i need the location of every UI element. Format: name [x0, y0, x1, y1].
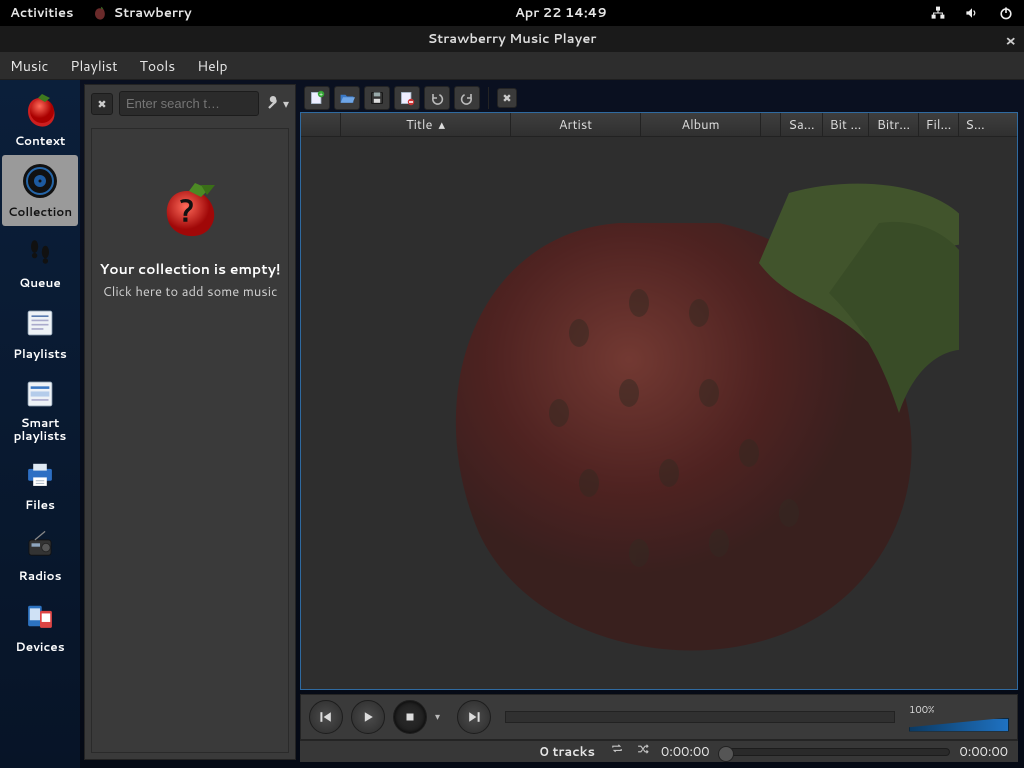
- seek-slider[interactable]: [505, 711, 895, 723]
- playlist-background: [301, 137, 1017, 689]
- col-title[interactable]: Title ▴: [341, 113, 511, 136]
- footsteps-icon: [18, 232, 62, 272]
- devices-icon: [18, 596, 62, 636]
- save-playlist-button[interactable]: [364, 86, 390, 110]
- undo-button[interactable]: [424, 86, 450, 110]
- nav-context[interactable]: Context: [2, 84, 78, 155]
- new-playlist-button[interactable]: +: [304, 86, 330, 110]
- document-icon: [18, 303, 62, 343]
- redo-button[interactable]: [454, 86, 480, 110]
- menu-playlist[interactable]: Playlist: [70, 56, 117, 76]
- nav-collection[interactable]: Collection: [2, 155, 78, 226]
- printer-icon: [18, 454, 62, 494]
- sort-asc-icon: ▴: [438, 116, 445, 134]
- col-album[interactable]: Album: [641, 113, 761, 136]
- window-titlebar: Strawberry Music Player ×: [0, 26, 1024, 52]
- playlist-pane: + ✖ Title: [300, 84, 1018, 762]
- window-title: Strawberry Music Player: [428, 30, 597, 48]
- left-nav: Context Collection Queue Playlists Smart…: [0, 80, 80, 768]
- network-icon[interactable]: [930, 5, 946, 21]
- menubar: Music Playlist Tools Help: [0, 52, 1024, 80]
- strawberry-icon: [18, 90, 62, 130]
- col-source[interactable]: S…: [959, 113, 991, 136]
- search-input[interactable]: [119, 91, 259, 116]
- search-options-button[interactable]: ▾: [265, 95, 289, 112]
- track-count: 0 tracks: [540, 743, 595, 761]
- app-body: Context Collection Queue Playlists Smart…: [0, 80, 1024, 768]
- elapsed-time: 0:00:00: [661, 743, 710, 761]
- collection-panel: ✖ ▾ ? Your collection is empty! Click he…: [84, 84, 296, 760]
- close-tab-button[interactable]: ✖: [497, 88, 517, 108]
- next-button[interactable]: [457, 700, 491, 734]
- col-bitrate[interactable]: Bitr…: [869, 113, 919, 136]
- stop-button[interactable]: [393, 700, 427, 734]
- col-sample[interactable]: Sa…: [781, 113, 823, 136]
- repeat-icon[interactable]: [609, 742, 625, 761]
- open-playlist-button[interactable]: [334, 86, 360, 110]
- shuffle-icon[interactable]: [635, 742, 651, 761]
- menu-help[interactable]: Help: [197, 56, 227, 76]
- nav-playlists[interactable]: Playlists: [2, 297, 78, 368]
- volume-control[interactable]: 100%: [909, 703, 1009, 732]
- vinyl-icon: [18, 161, 62, 201]
- volume-slider[interactable]: [909, 718, 1009, 732]
- menu-music[interactable]: Music: [10, 56, 48, 76]
- col-blank[interactable]: [301, 113, 341, 136]
- svg-text:+: +: [319, 90, 323, 98]
- activities-button[interactable]: Activities: [10, 4, 74, 22]
- status-bar: 0 tracks 0:00:00 0:00:00: [300, 740, 1018, 762]
- volume-icon[interactable]: [964, 5, 980, 21]
- menu-tools[interactable]: Tools: [140, 56, 176, 76]
- search-row: ✖ ▾: [85, 85, 295, 122]
- col-artist[interactable]: Artist: [511, 113, 641, 136]
- stop-options-dropdown[interactable]: ▾: [435, 710, 449, 724]
- document-highlight-icon: [18, 374, 62, 414]
- clear-playlist-button[interactable]: [394, 86, 420, 110]
- nav-files[interactable]: Files: [2, 448, 78, 519]
- gnome-topbar: Activities Strawberry Apr 22 14:49: [0, 0, 1024, 26]
- collection-empty[interactable]: ? Your collection is empty! Click here t…: [91, 128, 289, 753]
- strawberry-question-icon: ?: [155, 179, 225, 239]
- playlist-header: Title ▴ Artist Album Sa… Bit … Bitr… Fil…: [301, 113, 1017, 137]
- col-filetype[interactable]: Fil…: [919, 113, 959, 136]
- nav-queue[interactable]: Queue: [2, 226, 78, 297]
- status-seek-slider[interactable]: [720, 748, 950, 756]
- total-time: 0:00:00: [960, 743, 1009, 761]
- window-close-button[interactable]: ×: [1005, 30, 1016, 51]
- svg-text:?: ?: [179, 188, 194, 231]
- radio-icon: [18, 525, 62, 565]
- power-icon[interactable]: [998, 5, 1014, 21]
- playlist-area: Title ▴ Artist Album Sa… Bit … Bitr… Fil…: [300, 112, 1018, 690]
- col-gap[interactable]: [761, 113, 781, 136]
- nav-smart-playlists[interactable]: Smart playlists: [2, 368, 78, 448]
- player-controls: ▾ 100%: [300, 694, 1018, 740]
- strawberry-icon: [92, 5, 108, 21]
- empty-title: Your collection is empty!: [100, 259, 281, 279]
- nav-radios[interactable]: Radios: [2, 519, 78, 590]
- empty-subtitle: Click here to add some music: [103, 283, 278, 301]
- nav-devices[interactable]: Devices: [2, 590, 78, 661]
- topbar-clock[interactable]: Apr 22 14:49: [515, 4, 607, 22]
- active-app-chip[interactable]: Strawberry: [92, 4, 192, 22]
- playlist-toolbar: + ✖: [300, 84, 1018, 112]
- previous-button[interactable]: [309, 700, 343, 734]
- play-button[interactable]: [351, 700, 385, 734]
- clear-search-button[interactable]: ✖: [91, 93, 113, 115]
- col-bitdepth[interactable]: Bit …: [823, 113, 869, 136]
- chevron-down-icon: ▾: [283, 95, 289, 112]
